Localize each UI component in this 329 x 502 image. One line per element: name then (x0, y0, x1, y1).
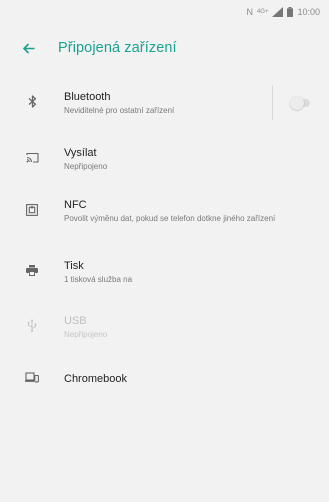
list-item-subtitle: Nepřipojeno (64, 330, 108, 339)
list-item-text: USB Nepřipojeno (64, 306, 329, 359)
list-item-text: Tisk 1 tisková služba na (64, 251, 329, 306)
cast-icon (0, 138, 64, 190)
list-item-bluetooth[interactable]: Bluetooth Neviditelné pro ostatní zaříze… (0, 82, 329, 138)
list-item-title: Vysílat (64, 147, 97, 159)
bluetooth-toggle-container (272, 86, 329, 120)
list-item-cast[interactable]: Vysílat Nepřipojeno (0, 138, 329, 190)
list-item-print[interactable]: Tisk 1 tisková služba na (0, 251, 329, 306)
list-item-title: NFC (64, 199, 87, 211)
usb-icon (0, 306, 64, 359)
chromebook-icon (0, 359, 64, 405)
print-icon (0, 251, 64, 306)
list-item-title: Tisk (64, 260, 84, 272)
list-item-text: Vysílat Nepřipojeno (64, 138, 329, 190)
bluetooth-icon (0, 82, 64, 138)
nfc-icon (0, 190, 64, 251)
app-bar: Připojená zařízení (0, 24, 329, 72)
list-item-text: NFC Povolit výměnu dat, pokud se telefon… (64, 190, 329, 251)
bluetooth-toggle[interactable] (290, 96, 312, 110)
toggle-thumb (290, 96, 304, 110)
battery-icon (287, 7, 294, 17)
list-item-nfc[interactable]: NFC Povolit výměnu dat, pokud se telefon… (0, 190, 329, 251)
arrow-left-icon (23, 42, 35, 54)
list-item-title: Bluetooth (64, 91, 111, 103)
list-item-title: Chromebook (64, 373, 127, 385)
status-bar: N 4G+ 10:00 (0, 0, 329, 24)
connected-devices-list: Bluetooth Neviditelné pro ostatní zaříze… (0, 82, 329, 405)
back-button[interactable] (0, 24, 58, 72)
list-item-chromebook[interactable]: Chromebook (0, 359, 329, 405)
list-item-subtitle: 1 tisková služba na (64, 275, 133, 284)
page-title: Připojená zařízení (58, 40, 177, 56)
signal-icon (272, 7, 284, 17)
list-item-subtitle: Neviditelné pro ostatní zařízení (64, 106, 175, 115)
list-item-title: USB (64, 315, 87, 327)
clock: 10:00 (297, 7, 320, 17)
list-item-subtitle: Povolit výměnu dat, pokud se telefon dot… (64, 214, 276, 223)
mobile-data-badge: 4G+ (256, 9, 269, 15)
network-indicator: N (246, 7, 253, 17)
list-item-subtitle: Nepřipojeno (64, 162, 108, 171)
list-item-usb: USB Nepřipojeno (0, 306, 329, 359)
list-item-text: Chromebook (64, 359, 329, 405)
